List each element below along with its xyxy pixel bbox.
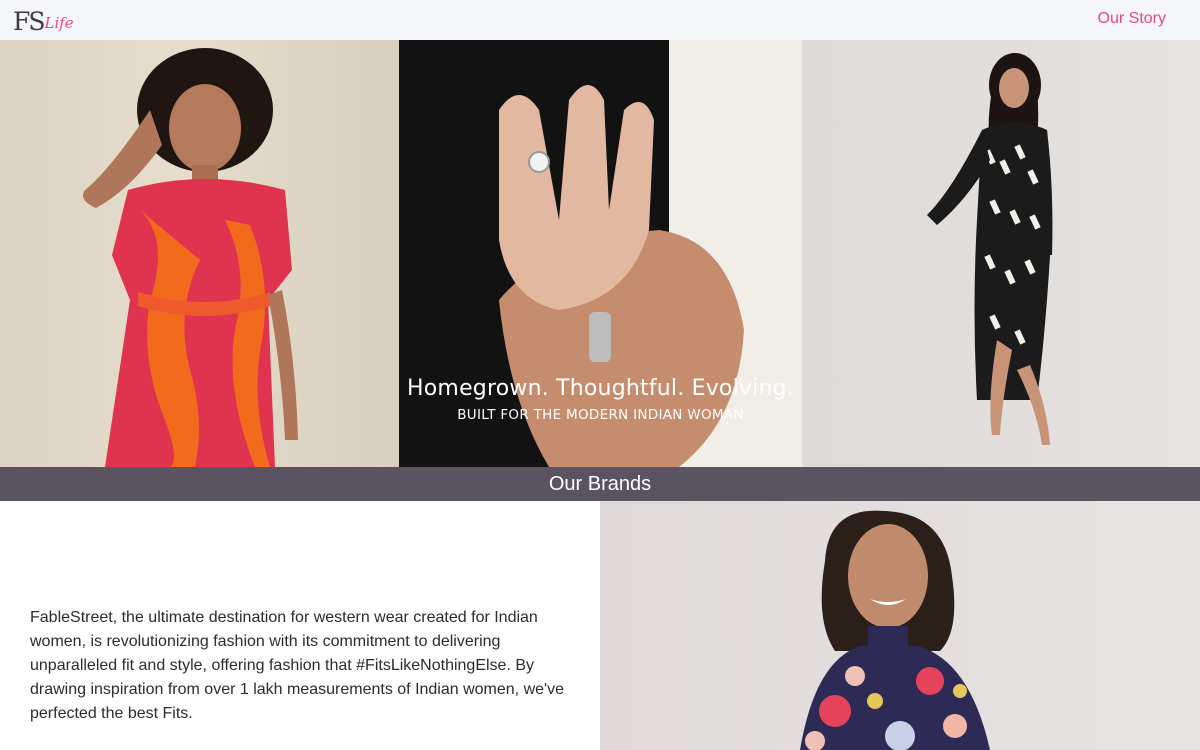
fablestreet-model-image — [600, 501, 1200, 750]
logo-monogram: FS — [13, 7, 46, 36]
our-story-link[interactable]: Our Story — [1098, 10, 1166, 28]
hero-title: Homegrown. Thoughtful. Evolving. — [407, 376, 794, 401]
hero-caption: Homegrown. Thoughtful. Evolving. BUILT F… — [399, 376, 802, 423]
brand-description: FableStreet, the ultimate destination fo… — [30, 609, 564, 722]
hero-banner: Homegrown. Thoughtful. Evolving. BUILT F… — [0, 40, 1200, 467]
our-brands-heading: Our Brands — [0, 467, 1200, 501]
logo-script: Life — [44, 14, 74, 32]
model-printed-dress-image — [927, 53, 1053, 445]
hero-image-printed-dress — [802, 40, 1200, 467]
site-header: FS Life Our Story — [0, 0, 1200, 40]
brand-logo[interactable]: FS Life — [13, 4, 74, 36]
hero-subtitle: BUILT FOR THE MODERN INDIAN WOMAN — [457, 407, 744, 423]
model-wrap-dress-image — [83, 48, 298, 467]
hero-image-wrap-dress — [0, 40, 399, 467]
smiling-model-image — [800, 510, 990, 750]
